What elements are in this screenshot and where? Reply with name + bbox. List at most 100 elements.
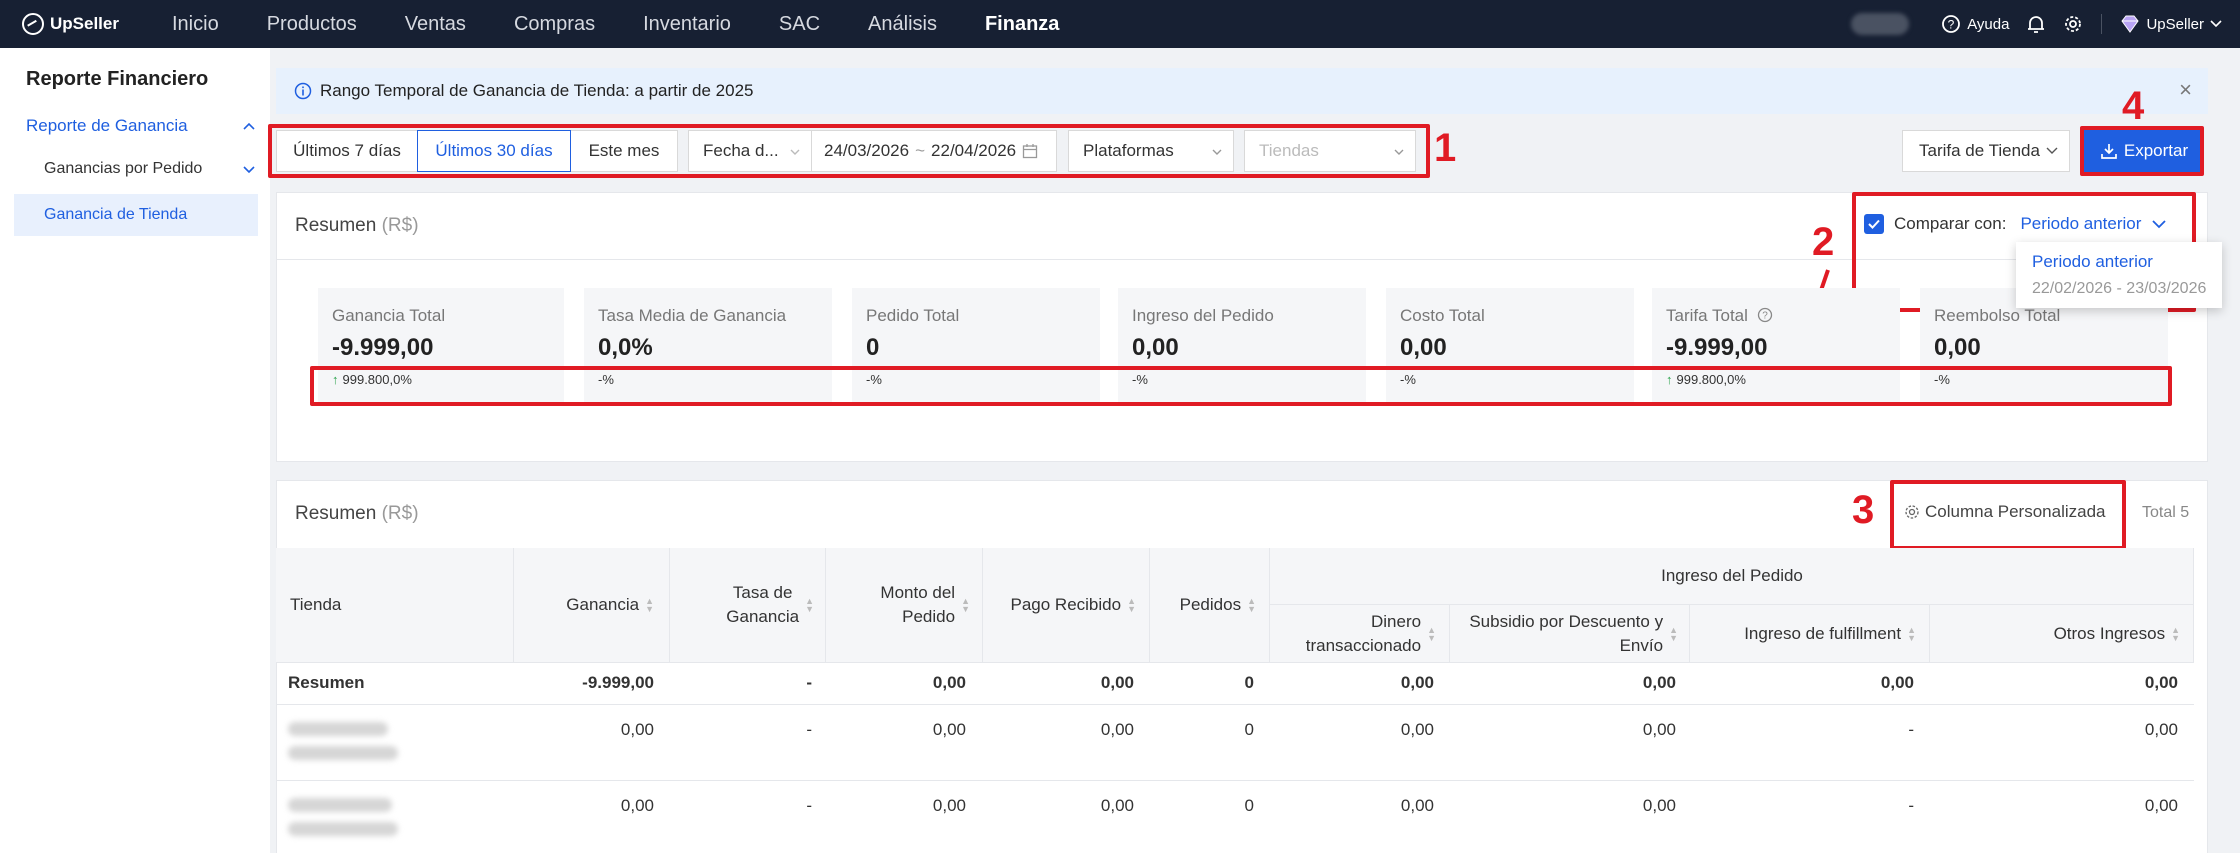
compare-checkbox[interactable] — [1864, 214, 1884, 234]
nav-item-inicio[interactable]: Inicio — [172, 13, 219, 36]
row2-pedidos: 0 — [1244, 796, 1254, 815]
row2-subsidio: 0,00 — [1642, 796, 1676, 815]
help-label: Ayuda — [1967, 15, 2010, 33]
compare-period-dropdown[interactable]: Periodo anterior 22/02/2026 - 23/03/2026 — [2016, 242, 2222, 308]
date-range-picker[interactable]: 24/03/2026 ~ 22/04/2026 — [811, 130, 1057, 172]
this-month-button[interactable]: Este mes — [570, 130, 678, 172]
col-dinero-transaccionado[interactable]: Dinero transaccionado ▲ ▼ — [1270, 606, 1436, 662]
blurred-store-name[interactable] — [288, 798, 392, 812]
sort-icon: ▲ ▼ — [961, 596, 970, 614]
nav-item-inventario[interactable]: Inventario — [643, 13, 731, 36]
sidebar-item-label: Ganancias por Pedido — [44, 160, 203, 177]
close-icon[interactable]: × — [2179, 79, 2192, 101]
stores-placeholder: Tiendas — [1259, 141, 1319, 160]
check-icon — [1868, 219, 1880, 229]
banner-text: Rango Temporal de Ganancia de Tienda: a … — [320, 81, 754, 100]
nav-item-analisis[interactable]: Análisis — [868, 13, 937, 36]
row1-tasa: - — [806, 720, 812, 739]
nav-item-finanza[interactable]: Finanza — [985, 13, 1059, 36]
chevron-down-icon — [790, 149, 800, 155]
help-icon[interactable]: ? — [1757, 307, 1773, 323]
compare-label: Comparar con: — [1894, 214, 2007, 233]
range-30-days-button[interactable]: Últimos 30 días — [417, 130, 571, 172]
gear-icon — [2065, 16, 2082, 32]
sidebar-item-ganancias-pedido[interactable]: Ganancias por Pedido — [44, 160, 256, 178]
row2-otros: 0,00 — [2144, 796, 2178, 815]
export-button[interactable]: Exportar — [2084, 130, 2204, 172]
row1-monto: 0,00 — [932, 720, 966, 739]
svg-text:?: ? — [1762, 311, 1768, 322]
summary-title: Resumen (R$) — [295, 215, 419, 236]
row2-monto: 0,00 — [932, 796, 966, 815]
metric-tarifa-total: Tarifa Total ? -9.999,00 ↑ 999.800,0% — [1652, 288, 1900, 404]
col-ingreso-fulfillment[interactable]: Ingreso de fulfillment ▲ ▼ — [1690, 606, 1916, 662]
col-tienda: Tienda — [290, 595, 342, 614]
annotation-number-1: 1 — [1434, 126, 1457, 170]
compare-period-select[interactable]: Periodo anterior — [2020, 214, 2167, 234]
summary-pedidos: 0 — [1244, 673, 1254, 692]
sort-icon: ▲ ▼ — [645, 596, 654, 614]
dropdown-option-periodo-anterior[interactable]: Periodo anterior — [2032, 252, 2222, 272]
col-pedidos[interactable]: Pedidos ▲ ▼ — [1150, 548, 1256, 662]
summary-pago: 0,00 — [1100, 673, 1134, 692]
metric-pedido-total: Pedido Total 0 -% — [852, 288, 1100, 404]
range-7-days-button[interactable]: Últimos 7 días — [276, 130, 418, 172]
settings-button[interactable] — [2063, 14, 2083, 34]
sort-icon: ▲ ▼ — [2171, 625, 2180, 643]
summary-ganancia: -9.999,00 — [582, 673, 654, 692]
col-ganancia[interactable]: Ganancia ▲ ▼ — [514, 548, 654, 662]
col-tasa-ganancia[interactable]: Tasa de Ganancia ▲ ▼ — [670, 548, 814, 662]
row1-pedidos: 0 — [1244, 720, 1254, 739]
user-menu[interactable]: UpSeller — [2120, 15, 2222, 33]
arrow-up-icon: ↑ — [1666, 372, 1673, 387]
top-navbar: UpSeller Inicio Productos Ventas Compras… — [0, 0, 2240, 48]
help-link[interactable]: ? Ayuda — [1941, 14, 2009, 34]
col-group-ingreso-pedido: Ingreso del Pedido — [1661, 566, 1803, 585]
info-icon — [294, 82, 312, 100]
nav-item-sac[interactable]: SAC — [779, 13, 820, 36]
col-otros-ingresos[interactable]: Otros Ingresos ▲ ▼ — [1930, 606, 2180, 662]
blurred-store-name[interactable] — [288, 722, 388, 736]
brand-logo[interactable]: UpSeller — [22, 13, 172, 35]
sidebar-item-ganancia-tienda[interactable]: Ganancia de Tienda — [14, 194, 258, 236]
metric-ingreso-pedido: Ingreso del Pedido 0,00 -% — [1118, 288, 1366, 404]
date-type-select[interactable]: Fecha d... — [688, 130, 812, 172]
info-banner: Rango Temporal de Ganancia de Tienda: a … — [276, 68, 2208, 114]
blurred-account-pill[interactable] — [1851, 13, 1910, 35]
sort-icon: ▲ ▼ — [1669, 625, 1678, 643]
col-subsidio[interactable]: Subsidio por Descuento y Envío ▲ ▼ — [1448, 606, 1678, 662]
nav-item-ventas[interactable]: Ventas — [405, 13, 466, 36]
compare-control: Comparar con: Periodo anterior — [1864, 214, 2167, 234]
diamond-icon — [2121, 15, 2140, 33]
sort-icon: ▲ ▼ — [1907, 625, 1916, 643]
metric-ganancia-total: Ganancia Total -9.999,00 ↑ 999.800,0% — [318, 288, 564, 404]
sidebar-group-reporte-ganancia[interactable]: Reporte de Ganancia — [26, 116, 256, 136]
brand-name: UpSeller — [50, 14, 119, 33]
sidebar: Reporte Financiero Reporte de Ganancia G… — [0, 48, 270, 853]
summary-dinero: 0,00 — [1400, 673, 1434, 692]
annotation-number-2: 2 — [1812, 220, 1835, 264]
stores-select[interactable]: Tiendas — [1244, 130, 1416, 172]
notifications-button[interactable] — [2027, 14, 2045, 34]
col-pago-recibido[interactable]: Pago Recibido ▲ ▼ — [990, 548, 1137, 662]
tarifa-tienda-select[interactable]: Tarifa de Tienda — [1902, 130, 2070, 172]
help-icon: ? — [1942, 15, 1961, 33]
dropdown-option-range: 22/02/2026 - 23/03/2026 — [2032, 280, 2207, 297]
date-start: 24/03/2026 — [824, 141, 910, 160]
platforms-select[interactable]: Plataformas — [1068, 130, 1234, 172]
row1-pago: 0,00 — [1100, 720, 1134, 739]
custom-columns-button[interactable]: Columna Personalizada — [1904, 502, 2106, 522]
summary-row-label: Resumen — [288, 673, 365, 692]
col-monto-pedido[interactable]: Monto del Pedido ▲ ▼ — [830, 548, 970, 662]
blurred-store-platform — [288, 746, 398, 760]
chevron-down-icon — [243, 166, 255, 174]
nav-item-compras[interactable]: Compras — [514, 13, 595, 36]
annotation-number-3: 3 — [1852, 488, 1875, 532]
nav-item-productos[interactable]: Productos — [267, 13, 357, 36]
nav-divider — [2101, 14, 2103, 34]
metric-tasa-media: Tasa Media de Ganancia 0,0% -% — [584, 288, 832, 404]
user-name: UpSeller — [2146, 15, 2204, 33]
metric-costo-total: Costo Total 0,00 -% — [1386, 288, 1634, 404]
total-count: Total 5 — [2142, 504, 2190, 521]
sort-icon: ▲ ▼ — [1427, 625, 1436, 643]
